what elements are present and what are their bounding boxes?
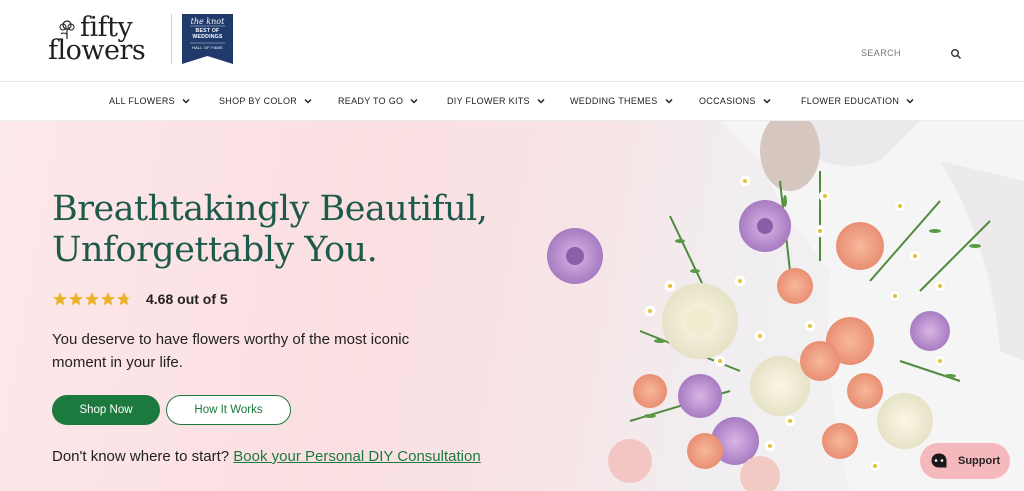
logo-divider: [171, 14, 172, 64]
star-icon: [85, 292, 99, 306]
chevron-down-icon: [304, 98, 312, 104]
badge-brand: the knot: [190, 17, 225, 26]
chevron-down-icon: [410, 98, 418, 104]
how-it-works-button[interactable]: How It Works: [166, 395, 291, 425]
nav-label: WEDDING THEMES: [570, 96, 658, 106]
nav-diy-flower-kits[interactable]: DIY FLOWER KITS: [447, 96, 546, 106]
search-bar[interactable]: SEARCH: [861, 44, 971, 64]
search-icon[interactable]: [950, 48, 962, 60]
rating-stars: [52, 291, 132, 307]
nav-ready-to-go[interactable]: READY TO GO: [338, 96, 419, 106]
nav-flower-education[interactable]: FLOWER EDUCATION: [801, 96, 915, 106]
nav-label: DIY FLOWER KITS: [447, 96, 530, 106]
chat-bubble-icon: [931, 453, 947, 468]
main-nav: ALL FLOWERS SHOP BY COLOR READY TO GO DI…: [0, 83, 1024, 121]
nav-shop-by-color[interactable]: SHOP BY COLOR: [219, 96, 313, 106]
chevron-down-icon: [537, 98, 545, 104]
chevron-down-icon: [906, 98, 914, 104]
consultation-prefix: Don't know where to start?: [52, 448, 230, 465]
chevron-down-icon: [665, 98, 673, 104]
nav-label: ALL FLOWERS: [109, 96, 175, 106]
nav-wedding-themes[interactable]: WEDDING THEMES: [570, 96, 674, 106]
bouquet-image: [547, 121, 1024, 491]
nav-occasions[interactable]: OCCASIONS: [699, 96, 772, 106]
rating-text: 4.68 out of 5: [146, 291, 228, 307]
site-header: fifty flowers the knot BEST OF WEDDINGS …: [0, 0, 1024, 82]
the-knot-badge: the knot BEST OF WEDDINGS HALL OF FAME: [182, 14, 233, 64]
rating-summary: 4.68 out of 5: [52, 291, 228, 307]
nav-label: FLOWER EDUCATION: [801, 96, 900, 106]
shop-now-button[interactable]: Shop Now: [52, 395, 160, 425]
consultation-prompt: Don't know where to start? Book your Per…: [52, 448, 481, 465]
book-consultation-link[interactable]: Book your Personal DIY Consultation: [233, 448, 480, 465]
hero-banner: Breathtakingly Beautiful, Unforgettably …: [0, 121, 1024, 491]
support-button[interactable]: Support: [920, 443, 1010, 479]
star-icon: [69, 292, 83, 306]
search-input[interactable]: SEARCH: [861, 48, 901, 58]
support-label: Support: [958, 455, 1001, 467]
fifty-flowers-logo[interactable]: fifty flowers: [48, 12, 164, 66]
chevron-down-icon: [182, 98, 190, 104]
badge-subtitle: HALL OF FAME: [192, 45, 223, 50]
hero-description: You deserve to have flowers worthy of th…: [52, 331, 410, 371]
nav-all-flowers[interactable]: ALL FLOWERS: [109, 96, 191, 106]
star-icon: [53, 292, 67, 306]
star-icon: [117, 292, 131, 306]
hero-headline: Breathtakingly Beautiful, Unforgettably …: [52, 189, 488, 270]
nav-label: SHOP BY COLOR: [219, 96, 298, 106]
nav-label: OCCASIONS: [699, 96, 756, 106]
badge-title: BEST OF WEDDINGS: [192, 28, 223, 40]
chevron-down-icon: [763, 98, 771, 104]
star-icon: [101, 292, 115, 306]
logo-text-flowers: flowers: [48, 35, 146, 66]
nav-label: READY TO GO: [338, 96, 404, 106]
